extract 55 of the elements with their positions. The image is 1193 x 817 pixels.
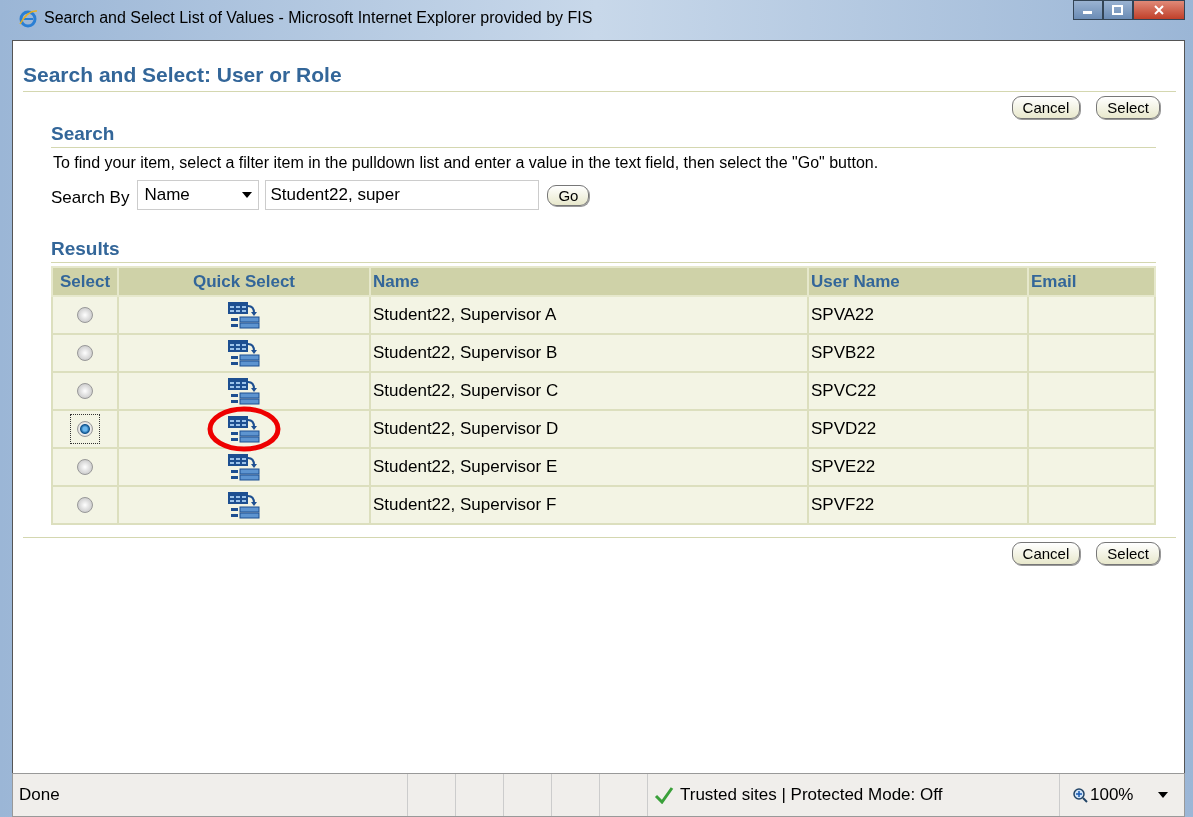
table-cell: SPVB22 [808,334,1028,372]
column-header: Name [370,267,808,296]
checkmark-icon [654,786,674,804]
table-cell: SPVF22 [808,486,1028,524]
minimize-button[interactable] [1073,0,1103,20]
dropdown-arrow-icon [1158,792,1168,798]
table-cell: Student22, Supervisor F [370,486,808,524]
dropdown-arrow-icon [242,192,253,198]
radio-button[interactable] [77,459,93,475]
column-header: User Name [808,267,1028,296]
column-header: Email [1028,267,1155,296]
page-title: Search and Select: User or Role [23,63,1176,92]
table-cell: Student22, Supervisor D [370,410,808,448]
column-header: Quick Select [118,267,370,296]
zoom-control[interactable]: 100% [1059,774,1150,816]
search-field[interactable]: Student22, super [265,180,540,210]
section-heading: Search [51,123,1156,148]
quick-select-icon[interactable] [227,339,261,367]
quick-select-icon[interactable] [227,301,261,329]
table-cell: Student22, Supervisor A [370,296,808,334]
radio-button[interactable] [77,345,93,361]
close-icon [1153,5,1165,15]
instructions-text: To find your item, select a filter item in the pulldown list and enter a value in the text field, then select the "Go" button. [53,154,880,172]
browser-logo-icon [18,8,38,28]
table-cell: SPVE22 [808,448,1028,486]
action-button[interactable]: Cancel [1011,542,1081,565]
quick-select-icon[interactable] [227,377,261,405]
table-cell: Student22, Supervisor C [370,372,808,410]
close-button[interactable] [1133,0,1185,20]
action-button[interactable]: Cancel [1011,96,1081,119]
table-cell: SPVA22 [808,296,1028,334]
quick-select-icon[interactable] [227,491,261,519]
quick-select-icon[interactable] [227,453,261,481]
table-cell: SPVD22 [808,410,1028,448]
maximize-icon [1112,5,1124,15]
radio-button[interactable] [77,497,93,513]
action-button[interactable]: Select [1096,96,1160,119]
action-button[interactable]: Select [1096,542,1160,565]
filter-dropdown[interactable]: Name [137,180,260,210]
table-cell: SPVC22 [808,372,1028,410]
radio-button[interactable] [77,307,93,323]
radio-button[interactable] [77,383,93,399]
zoom-icon [1072,787,1088,803]
section-heading: Results [51,238,1156,263]
table-cell: Student22, Supervisor E [370,448,808,486]
table-cell: Student22, Supervisor B [370,334,808,372]
status-text: Done [19,785,61,805]
security-zone-text: Trusted sites | Protected Mode: Off [680,785,943,805]
search-by-label: Search By [51,187,130,208]
go-button[interactable]: Go [547,184,590,206]
maximize-button[interactable] [1103,0,1133,20]
window-title: Search and Select List of Values - Microsoft Internet Explorer provided by FIS [44,9,594,27]
quick-select-icon[interactable] [227,415,261,443]
radio-button[interactable] [77,421,93,437]
column-header: Select [52,267,118,296]
